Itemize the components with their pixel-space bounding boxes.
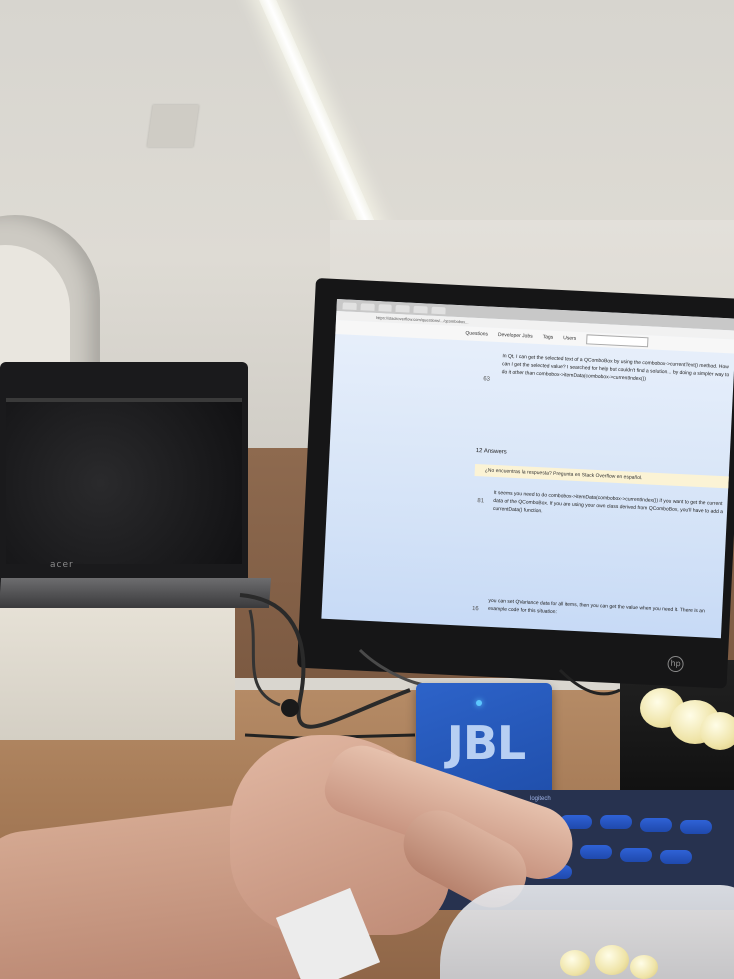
keyboard-key <box>680 820 712 834</box>
keyboard-key <box>660 850 692 864</box>
popcorn <box>560 950 590 976</box>
photo-scene: acer https://stackoverflow.com/questions… <box>0 0 734 979</box>
keyboard-key <box>640 818 672 832</box>
popcorn <box>700 712 734 750</box>
popcorn <box>595 945 629 975</box>
speaker-led-icon <box>476 700 482 706</box>
keyboard-brand: logitech <box>530 796 551 802</box>
popcorn <box>630 955 658 979</box>
keyboard-key <box>600 815 632 829</box>
speaker-logo: JBL <box>446 716 527 770</box>
keyboard-key <box>580 845 612 859</box>
keyboard-key <box>620 848 652 862</box>
